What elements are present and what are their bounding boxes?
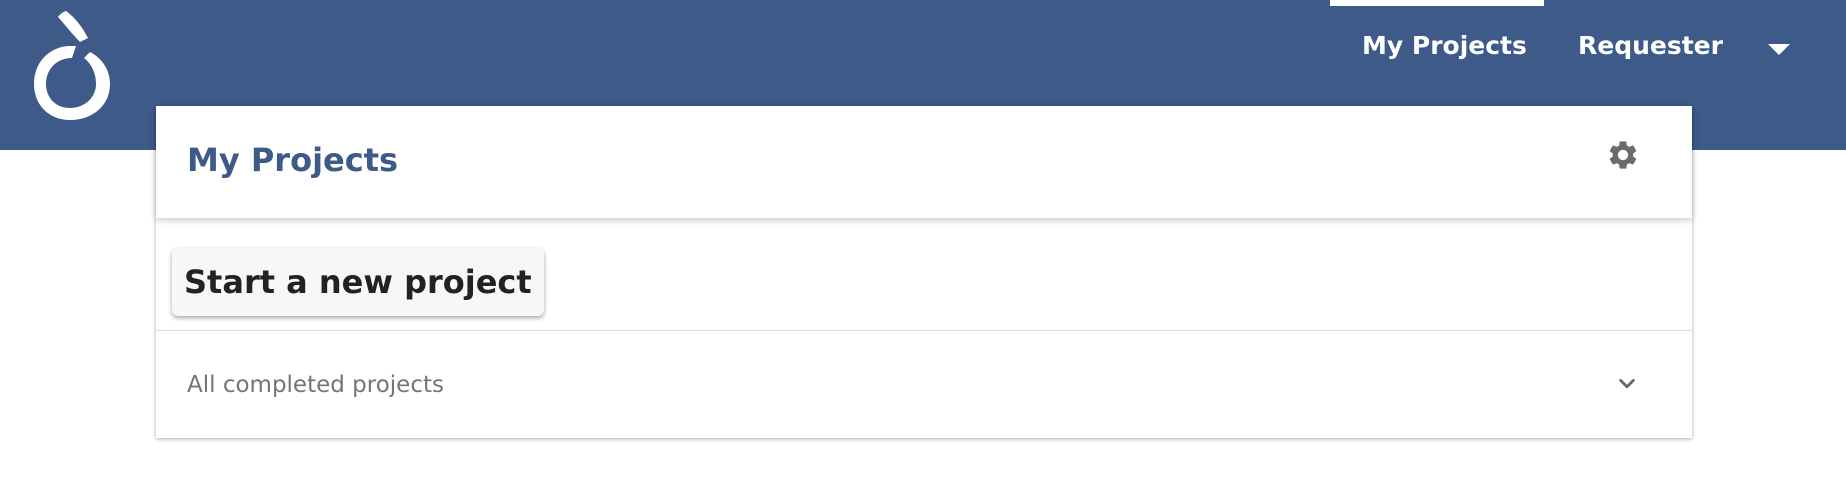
page-title: My Projects bbox=[187, 141, 399, 179]
card-header: My Projects bbox=[156, 106, 1692, 218]
logo-icon[interactable] bbox=[30, 8, 114, 122]
caret-down-icon[interactable] bbox=[1768, 44, 1790, 55]
nav-active-indicator bbox=[1330, 0, 1544, 6]
projects-card: My Projects Start a new project All comp… bbox=[156, 106, 1692, 438]
completed-projects-label: All completed projects bbox=[187, 372, 444, 398]
chevron-down-icon[interactable] bbox=[1616, 373, 1638, 395]
nav-item-my-projects[interactable]: My Projects bbox=[1362, 28, 1527, 64]
nav-item-requester[interactable]: Requester bbox=[1578, 28, 1723, 64]
start-new-project-button[interactable]: Start a new project bbox=[172, 248, 544, 316]
gear-icon[interactable] bbox=[1606, 138, 1640, 172]
completed-projects-accordion[interactable]: All completed projects bbox=[156, 331, 1692, 438]
